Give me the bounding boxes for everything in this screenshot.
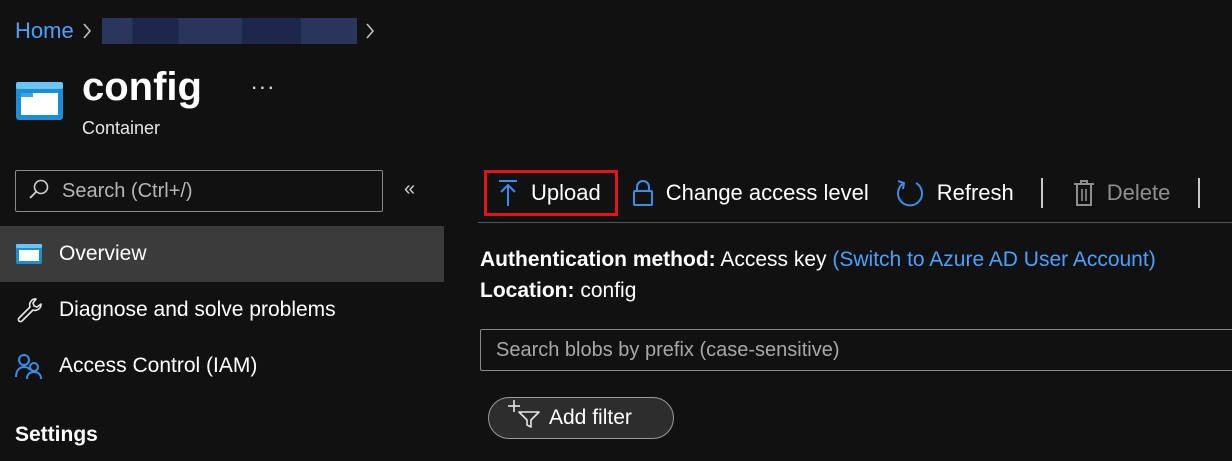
container-info: Authentication method: Access key (Switc… [480, 244, 1156, 306]
toolbar-divider [1040, 177, 1043, 208]
sidebar-section-settings: Settings [15, 423, 98, 446]
search-icon [28, 178, 50, 205]
breadcrumb-home-link[interactable]: Home [15, 18, 74, 44]
add-filter-label: Add filter [549, 406, 632, 429]
refresh-button[interactable]: Refresh [895, 171, 1014, 215]
page-header: config ··· Container [16, 64, 275, 139]
sidebar-item-label: Diagnose and solve problems [59, 298, 336, 321]
page-subtitle: Container [82, 118, 161, 138]
location-key: Location: [480, 279, 575, 302]
container-icon [16, 82, 63, 120]
upload-label: Upload [531, 179, 601, 205]
auth-method-key: Authentication method: [480, 248, 716, 271]
switch-auth-link[interactable]: (Switch to Azure AD User Account) [832, 248, 1155, 271]
location-row: Location: config [480, 275, 1156, 306]
add-filter-icon [507, 400, 541, 428]
wrench-icon [15, 296, 43, 324]
upload-button[interactable]: Upload [484, 169, 618, 216]
sidebar-item-access-control[interactable]: Access Control (IAM) [0, 338, 444, 394]
trash-icon [1073, 179, 1095, 207]
change-access-level-label: Change access level [665, 179, 869, 205]
change-access-level-button[interactable]: Change access level [632, 171, 869, 215]
toolbar-divider [1198, 177, 1201, 208]
breadcrumb-redacted-item[interactable] [101, 18, 357, 44]
blob-search-box[interactable] [480, 329, 1232, 371]
location-value: config [580, 279, 637, 302]
refresh-icon [895, 178, 925, 208]
sidebar-item-diagnose[interactable]: Diagnose and solve problems [0, 282, 444, 338]
chevron-right-icon [82, 22, 92, 40]
auth-method-row: Authentication method: Access key (Switc… [480, 244, 1156, 275]
command-toolbar: Upload Change access level Refresh Delet… [478, 163, 1232, 223]
people-icon [15, 352, 43, 380]
upload-icon [497, 179, 519, 207]
sidebar-item-label: Overview [59, 242, 147, 265]
sidebar-search-box[interactable] [15, 170, 383, 212]
sidebar-search-input[interactable] [60, 178, 360, 204]
delete-button[interactable]: Delete [1073, 171, 1171, 215]
add-filter-button[interactable]: Add filter [488, 397, 674, 439]
more-options-button[interactable]: ··· [250, 64, 275, 110]
container-icon [15, 240, 43, 268]
sidebar-item-label: Access Control (IAM) [59, 354, 258, 377]
refresh-label: Refresh [936, 179, 1014, 205]
chevron-right-icon [365, 22, 375, 40]
auth-method-value: Access key [720, 248, 827, 271]
page-title: config [82, 65, 202, 109]
collapse-sidebar-button[interactable]: « [404, 178, 415, 201]
delete-label: Delete [1106, 179, 1171, 205]
breadcrumb: Home [15, 14, 385, 48]
sidebar-item-overview[interactable]: Overview [0, 226, 444, 282]
lock-icon [632, 179, 654, 207]
blob-search-input[interactable] [494, 337, 1194, 363]
